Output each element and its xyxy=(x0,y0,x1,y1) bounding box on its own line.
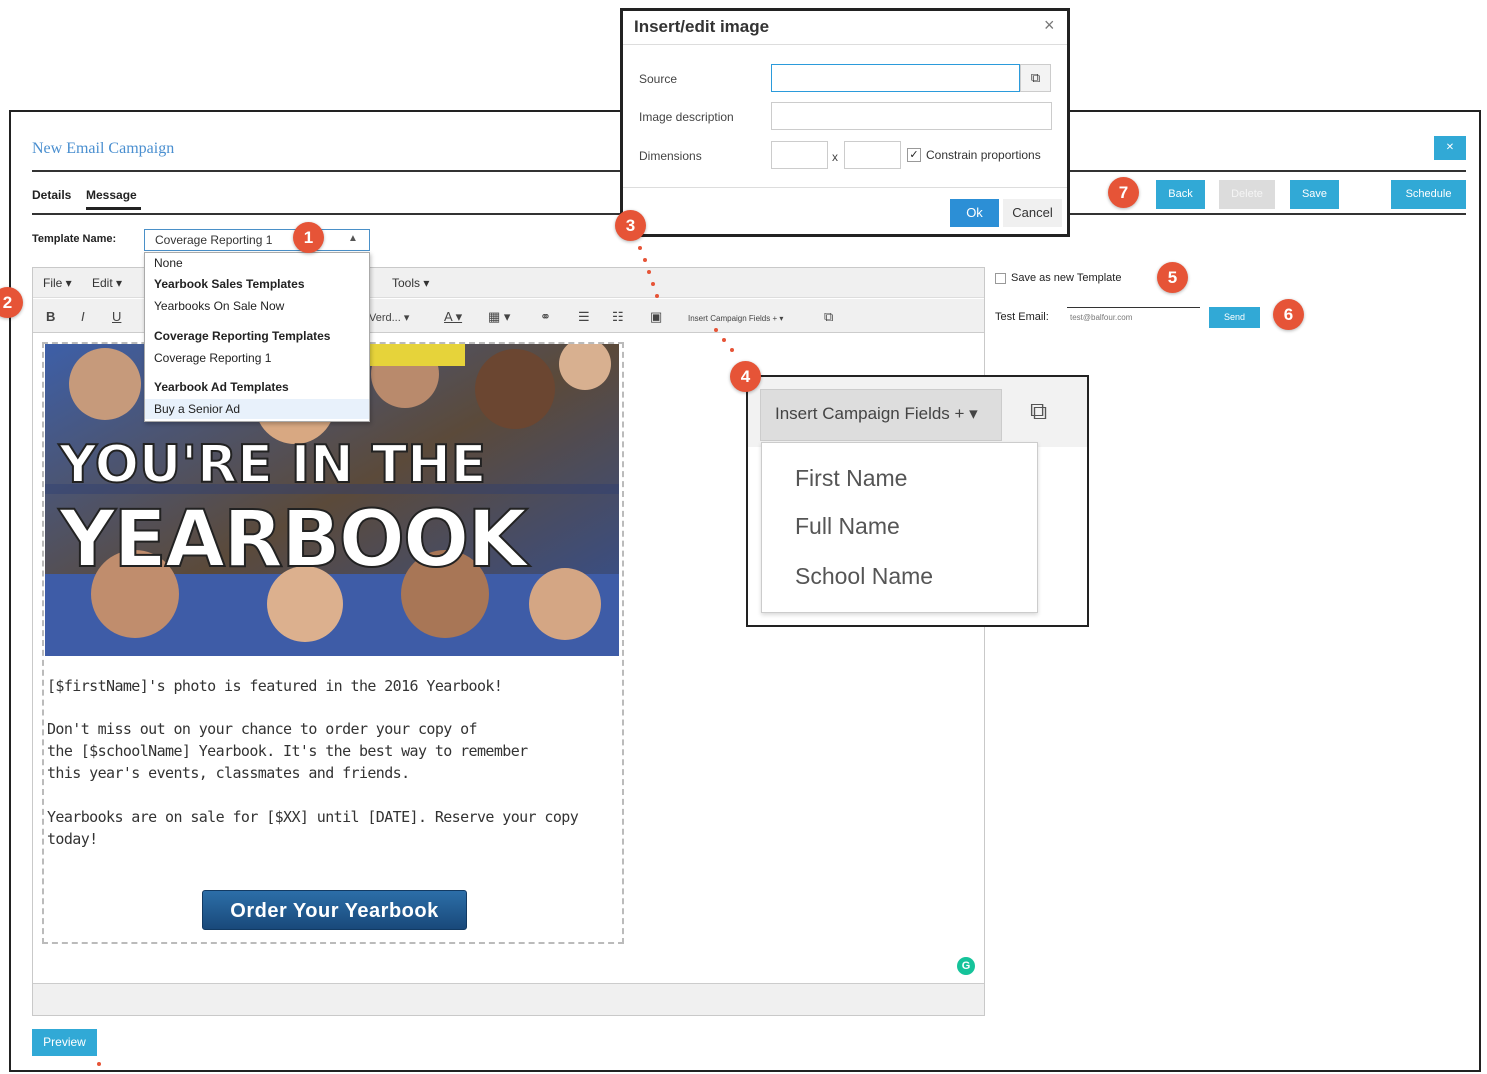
constrain-checkbox[interactable]: ✓ xyxy=(907,148,921,162)
callout-marker: 5 xyxy=(1157,262,1188,293)
hero-text-line1: YOU'RE IN THE xyxy=(58,435,486,495)
body-line: [$firstName]'s photo is featured in the … xyxy=(47,677,503,695)
save-template-label: Save as new Template xyxy=(1011,272,1122,284)
body-line: Don't miss out on your chance to order y… xyxy=(47,720,478,738)
ok-button[interactable]: Ok xyxy=(950,199,999,227)
dropdown-group: Coverage Reporting Templates xyxy=(154,329,331,343)
image-icon[interactable]: ▣ xyxy=(650,309,662,325)
order-yearbook-button[interactable]: Order Your Yearbook xyxy=(202,890,467,930)
tab-details[interactable]: Details xyxy=(32,188,71,202)
connector-dot xyxy=(97,1062,101,1066)
template-select[interactable]: Coverage Reporting 1 xyxy=(144,229,370,251)
test-email-input[interactable] xyxy=(1067,307,1200,326)
preview-button[interactable]: Preview xyxy=(32,1029,97,1056)
connector-dot xyxy=(651,282,655,286)
highlight-color-icon[interactable]: ▦ ▾ xyxy=(488,309,510,325)
dialog-title: Insert/edit image xyxy=(634,17,770,36)
menu-tools[interactable]: Tools ▾ xyxy=(392,276,429,290)
callout-marker: 3 xyxy=(615,210,646,241)
link-icon[interactable]: ⚭ xyxy=(540,309,551,325)
text-color-icon[interactable]: A ▾ xyxy=(444,309,462,325)
dropdown-option[interactable]: Buy a Senior Ad xyxy=(145,399,369,419)
hero-text-line2: YEARBOOK xyxy=(58,495,530,585)
menu-file[interactable]: File ▾ xyxy=(43,276,72,290)
dropdown-group: Yearbook Ad Templates xyxy=(154,380,289,394)
connector-dot xyxy=(643,258,647,262)
active-tab-indicator xyxy=(86,207,141,210)
caret-up-icon: ▲ xyxy=(348,233,358,244)
save-button[interactable]: Save xyxy=(1290,180,1339,209)
connector-dot xyxy=(730,348,734,352)
close-icon[interactable]: × xyxy=(1044,15,1055,36)
dropdown-option[interactable]: Coverage Reporting 1 xyxy=(145,348,369,368)
bullet-list-icon[interactable]: ☰ xyxy=(578,309,590,325)
grammarly-icon[interactable]: G xyxy=(957,957,975,975)
editor-status-bar xyxy=(33,983,984,1015)
dialog-footer-divider xyxy=(623,187,1067,188)
browse-icon[interactable]: ⧉ xyxy=(1020,64,1051,92)
page-title: New Email Campaign xyxy=(32,140,175,157)
browse-icon[interactable]: ⧉ xyxy=(1030,398,1047,426)
insert-fields-dropdown[interactable]: Insert Campaign Fields + ▾ xyxy=(688,314,783,323)
send-button[interactable]: Send xyxy=(1209,307,1260,328)
dropdown-group: Yearbook Sales Templates xyxy=(154,277,305,291)
description-input[interactable] xyxy=(771,102,1052,130)
dimensions-separator: x xyxy=(832,150,838,164)
schedule-button[interactable]: Schedule xyxy=(1391,180,1466,209)
tab-message[interactable]: Message xyxy=(86,188,137,202)
menu-edit[interactable]: Edit ▾ xyxy=(92,276,122,290)
insert-campaign-fields-button[interactable]: Insert Campaign Fields + ▾ xyxy=(760,389,1002,441)
dialog-divider xyxy=(623,44,1067,45)
constrain-label: Constrain proportions xyxy=(926,148,1041,162)
template-dropdown: None Yearbook Sales Templates Yearbooks … xyxy=(144,252,370,422)
field-school-name[interactable]: School Name xyxy=(795,563,933,590)
delete-button[interactable]: Delete xyxy=(1219,180,1275,209)
field-first-name[interactable]: First Name xyxy=(795,465,907,492)
dropdown-option[interactable]: Yearbooks On Sale Now xyxy=(145,296,369,316)
connector-dot xyxy=(647,270,651,274)
height-input[interactable] xyxy=(844,141,901,169)
callout-marker: 6 xyxy=(1273,299,1304,330)
callout-marker: 7 xyxy=(1108,177,1139,208)
close-button[interactable]: ✕ xyxy=(1434,136,1466,160)
description-label: Image description xyxy=(639,110,734,124)
test-email-label: Test Email: xyxy=(995,311,1049,323)
dimensions-label: Dimensions xyxy=(639,149,702,163)
body-line: the [$schoolName] Yearbook. It's the bes… xyxy=(47,742,528,760)
width-input[interactable] xyxy=(771,141,828,169)
body-line: today! xyxy=(47,830,98,848)
connector-dot xyxy=(722,338,726,342)
dropdown-option[interactable]: None xyxy=(145,253,369,273)
source-label: Source xyxy=(639,72,678,86)
source-input[interactable] xyxy=(771,64,1020,92)
callout-marker: 1 xyxy=(293,222,324,253)
italic-button[interactable]: I xyxy=(81,309,85,324)
body-line: this year's events, classmates and frien… xyxy=(47,764,410,782)
cancel-button[interactable]: Cancel xyxy=(1003,199,1062,227)
connector-dot xyxy=(655,294,659,298)
callout-marker: 4 xyxy=(730,361,761,392)
browse-icon[interactable]: ⧉ xyxy=(824,309,833,325)
back-button[interactable]: Back xyxy=(1156,180,1205,209)
body-line: Yearbooks are on sale for [$XX] until [D… xyxy=(47,808,579,826)
field-full-name[interactable]: Full Name xyxy=(795,513,900,540)
template-name-label: Template Name: xyxy=(32,233,117,245)
numbered-list-icon[interactable]: ☷ xyxy=(612,309,624,325)
connector-dot xyxy=(638,246,642,250)
underline-button[interactable]: U xyxy=(112,309,121,324)
connector-dot xyxy=(714,328,718,332)
save-template-checkbox[interactable] xyxy=(995,273,1006,284)
font-size-select[interactable]: Verd... ▾ xyxy=(369,311,409,324)
bold-button[interactable]: B xyxy=(46,309,55,324)
